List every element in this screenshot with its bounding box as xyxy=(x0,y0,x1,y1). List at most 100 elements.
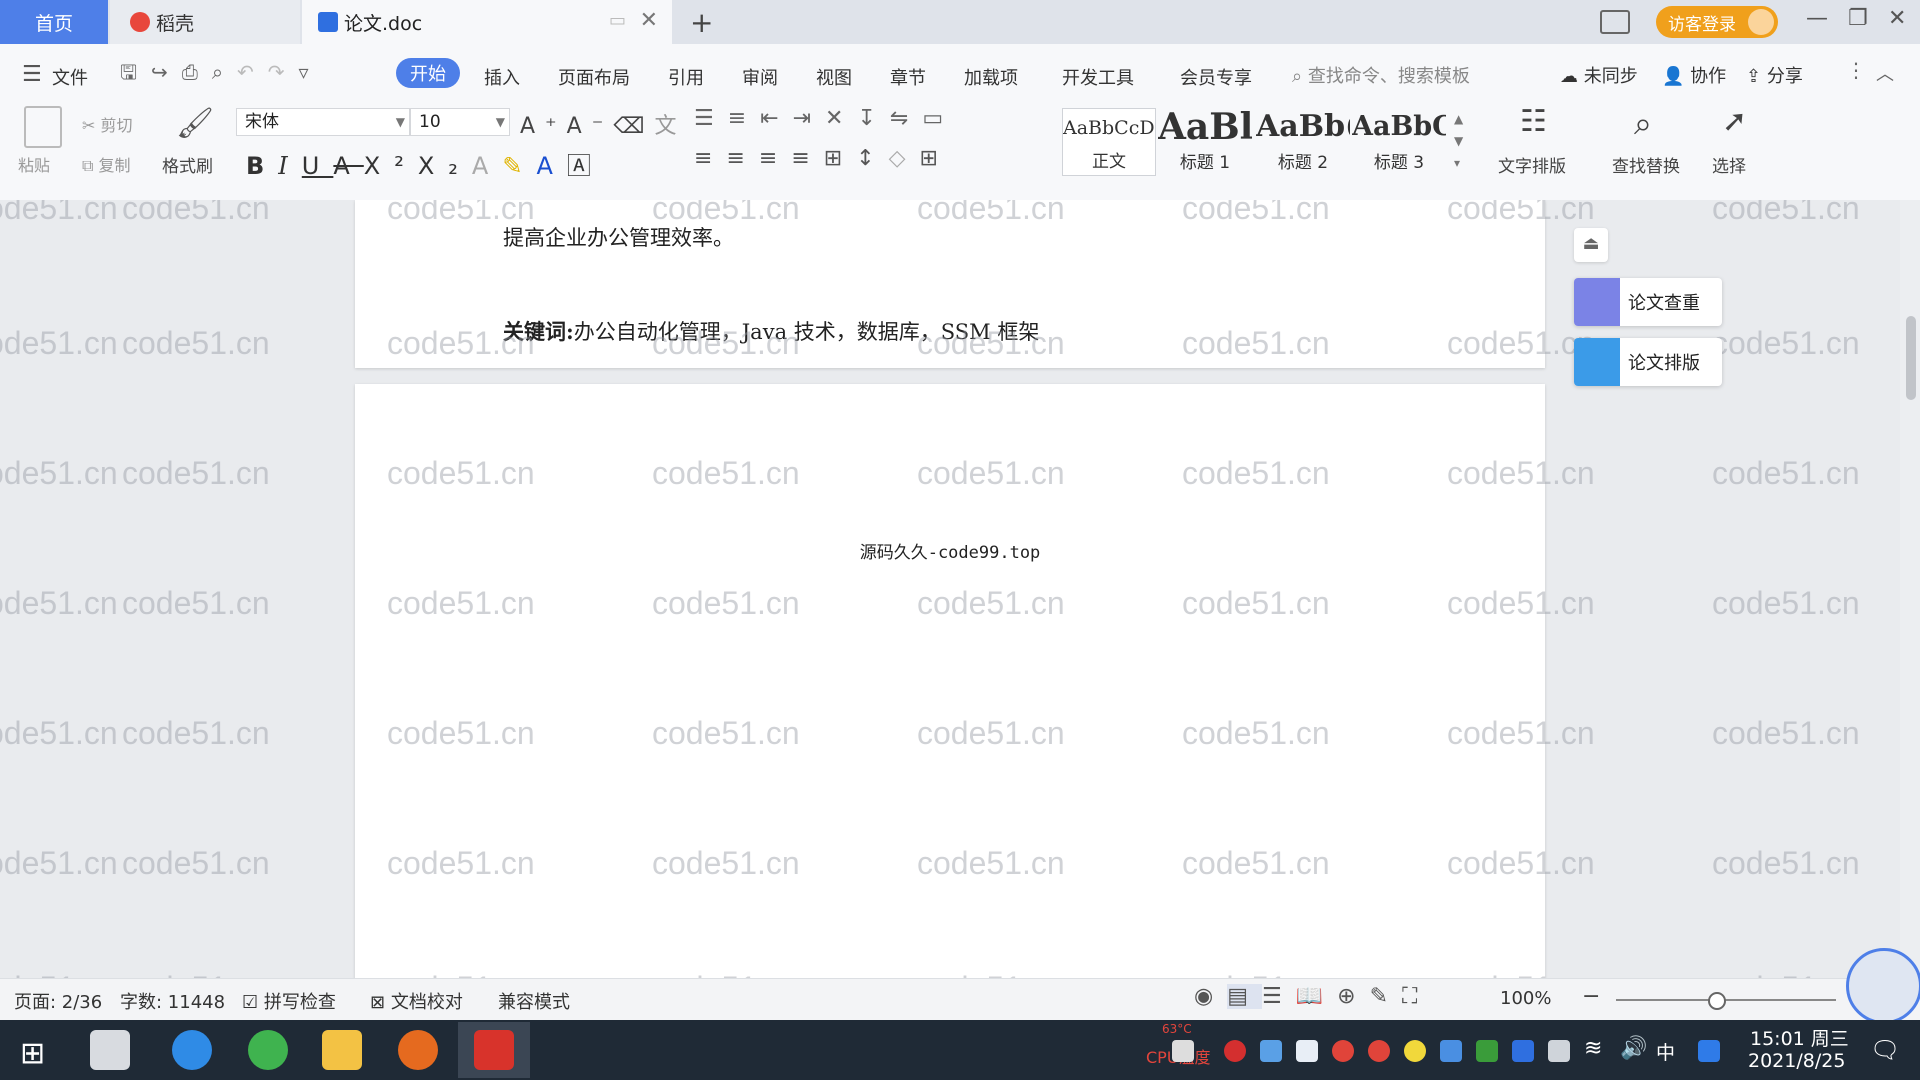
quick-access-toolbar[interactable]: 🖫↪⎙⌕↶↷▿ xyxy=(120,58,323,92)
zoom-level[interactable]: 100% xyxy=(1500,988,1551,1009)
customize-icon[interactable]: ▿ xyxy=(299,60,323,84)
ie-browser-icon[interactable] xyxy=(172,1030,212,1070)
font-size-tools[interactable]: A⁺A⁻⌫文 xyxy=(520,108,686,140)
underline-icon[interactable]: U xyxy=(302,152,334,180)
close-window-icon[interactable]: ✕ xyxy=(1888,6,1906,31)
qq-icon[interactable] xyxy=(1368,1040,1390,1062)
search-app-icon[interactable] xyxy=(1698,1040,1720,1062)
tab-home[interactable]: 首页 xyxy=(0,0,108,44)
decrease-indent-icon[interactable]: ⇤ xyxy=(760,106,792,131)
font-color-icon[interactable]: A xyxy=(536,152,566,180)
menu-item-chapter[interactable]: 章节 xyxy=(890,64,926,90)
nvidia-icon[interactable] xyxy=(1476,1040,1498,1062)
redo-icon[interactable]: ↷ xyxy=(268,60,299,84)
paper-layout-button[interactable]: 论文排版 xyxy=(1574,338,1722,386)
sort-icon[interactable]: ↧ xyxy=(857,106,889,131)
increase-indent-icon[interactable]: ⇥ xyxy=(793,106,825,131)
assistant-avatar[interactable] xyxy=(1846,948,1920,1024)
bluetooth-icon[interactable] xyxy=(1512,1040,1534,1062)
undo-icon[interactable]: ↶ xyxy=(237,60,268,84)
page-layout-icon[interactable] xyxy=(1600,10,1630,34)
menu-item-references[interactable]: 引用 xyxy=(668,64,704,90)
tab-daoke[interactable]: 稻壳 xyxy=(110,0,300,44)
wps-writer-icon[interactable] xyxy=(474,1030,514,1070)
style-heading-2[interactable]: AaBb( 标题 2 xyxy=(1256,108,1350,176)
menu-item-member[interactable]: 会员专享 xyxy=(1180,64,1252,90)
line-spacing-icon[interactable]: ↕ xyxy=(856,146,888,171)
hamburger-icon[interactable]: ☰ xyxy=(22,62,42,87)
text-effect-icon[interactable]: A xyxy=(472,152,502,180)
share-button[interactable]: ⇪ 分享 xyxy=(1746,62,1803,88)
page-view-icon[interactable]: ▤ xyxy=(1227,984,1262,1009)
app-pinwheel-icon[interactable] xyxy=(90,1030,130,1070)
tray-app-icon[interactable] xyxy=(1224,1040,1246,1062)
menu-item-start[interactable]: 开始 xyxy=(396,58,460,88)
write-view-icon[interactable]: ✎ xyxy=(1370,984,1402,1009)
style-heading-1[interactable]: AaBl 标题 1 xyxy=(1158,108,1252,176)
document-page-2[interactable]: 源码久久-code99.top xyxy=(355,384,1545,978)
file-explorer-icon[interactable] xyxy=(322,1030,362,1070)
show-marks-icon[interactable]: ⇋ xyxy=(890,106,922,131)
grow-font-icon[interactable]: A⁺ xyxy=(520,114,567,139)
reading-view-icon[interactable]: 📖 xyxy=(1296,984,1337,1009)
view-mode-tools[interactable]: ◉▤☰📖⊕✎⛶ xyxy=(1194,984,1431,1009)
paste-icon[interactable] xyxy=(24,106,62,148)
ime-indicator[interactable]: 中 xyxy=(1656,1038,1675,1065)
page-indicator[interactable]: 页面: 2/36 xyxy=(14,988,102,1014)
find-replace-button[interactable]: 查找替换 xyxy=(1612,152,1680,177)
cut-button[interactable]: ✂ 剪切 xyxy=(82,112,133,136)
tray-app-icon[interactable] xyxy=(1260,1040,1282,1062)
font-name-select[interactable]: 宋体 ▼ xyxy=(236,108,410,136)
tray-app-icon[interactable] xyxy=(1440,1040,1462,1062)
spell-check-button[interactable]: ☑ 拼写检查 xyxy=(242,988,336,1014)
add-tab-icon[interactable]: + xyxy=(690,6,713,39)
sync-button[interactable]: ☁ 未同步 xyxy=(1560,62,1638,88)
eye-protect-icon[interactable]: ◉ xyxy=(1194,984,1227,1009)
login-button[interactable]: 访客登录 xyxy=(1656,6,1778,38)
subscript-icon[interactable]: X₂ xyxy=(418,152,472,180)
font-size-select[interactable]: 10 ▼ xyxy=(410,108,510,136)
select-button[interactable]: 选择 xyxy=(1712,152,1746,177)
menu-item-review[interactable]: 审阅 xyxy=(742,64,778,90)
style-scroll[interactable]: ▲ ▼ ▾ xyxy=(1454,108,1463,174)
side-collapse-icon[interactable]: ⏏ xyxy=(1574,228,1608,262)
brush-icon[interactable]: 🖌 xyxy=(176,106,214,141)
proofread-button[interactable]: ⊠ 文档校对 xyxy=(370,988,463,1014)
command-search[interactable]: ⌕ 查找命令、搜索模板 xyxy=(1292,62,1470,88)
borders-icon[interactable]: ⊞ xyxy=(920,146,952,171)
menu-item-view[interactable]: 视图 xyxy=(816,64,852,90)
shield-icon[interactable] xyxy=(1296,1040,1318,1062)
text-layout-button[interactable]: 文字排版 xyxy=(1498,152,1566,177)
media-app-icon[interactable] xyxy=(398,1030,438,1070)
tray-monitor-icon[interactable] xyxy=(1172,1040,1194,1062)
more-icon[interactable]: ⋮ xyxy=(1846,58,1866,82)
paper-check-button[interactable]: 论文查重 xyxy=(1574,278,1722,326)
distributed-icon[interactable]: ⊞ xyxy=(824,146,856,171)
zoom-slider-handle[interactable] xyxy=(1708,992,1726,1010)
web-view-icon[interactable]: ⊕ xyxy=(1337,984,1369,1009)
font-style-tools[interactable]: BIUAX²X₂A✎A🄰 xyxy=(246,146,605,181)
zoom-slider[interactable] xyxy=(1616,999,1836,1001)
align-right-icon[interactable]: ≡ xyxy=(759,146,791,171)
browser-360-icon[interactable] xyxy=(248,1030,288,1070)
style-normal[interactable]: AaBbCcDd 正文 xyxy=(1062,108,1156,176)
align-left-icon[interactable]: ≡ xyxy=(694,146,726,171)
char-border-icon[interactable]: 🄰 xyxy=(567,152,605,180)
shading-icon[interactable]: ◇ xyxy=(889,146,920,171)
zoom-out-icon[interactable]: − xyxy=(1582,984,1600,1009)
bullets-icon[interactable]: ☰ xyxy=(694,106,728,131)
file-menu[interactable]: 文件 xyxy=(52,64,88,90)
minimize-icon[interactable]: — xyxy=(1806,6,1828,31)
qq-icon[interactable] xyxy=(1332,1040,1354,1062)
wifi-icon[interactable]: ≋ xyxy=(1584,1036,1602,1061)
word-count[interactable]: 字数: 11448 xyxy=(120,988,225,1014)
cursor-icon[interactable]: ➚ xyxy=(1722,104,1747,139)
phonetic-icon[interactable]: 文 xyxy=(654,114,686,139)
document-page-1[interactable]: 提高企业办公管理效率。 关键词:办公自动化管理，Java 技术，数据库，SSM … xyxy=(355,200,1545,368)
copy-button[interactable]: ⧉ 复制 xyxy=(82,152,131,176)
strikethrough-icon[interactable]: A xyxy=(333,152,363,180)
align-center-icon[interactable]: ≡ xyxy=(726,146,758,171)
chinese-layout-icon[interactable]: ✕ xyxy=(825,106,857,131)
numbering-icon[interactable]: ≡ xyxy=(728,106,760,131)
notification-icon[interactable]: 🗨 xyxy=(1870,1036,1900,1064)
